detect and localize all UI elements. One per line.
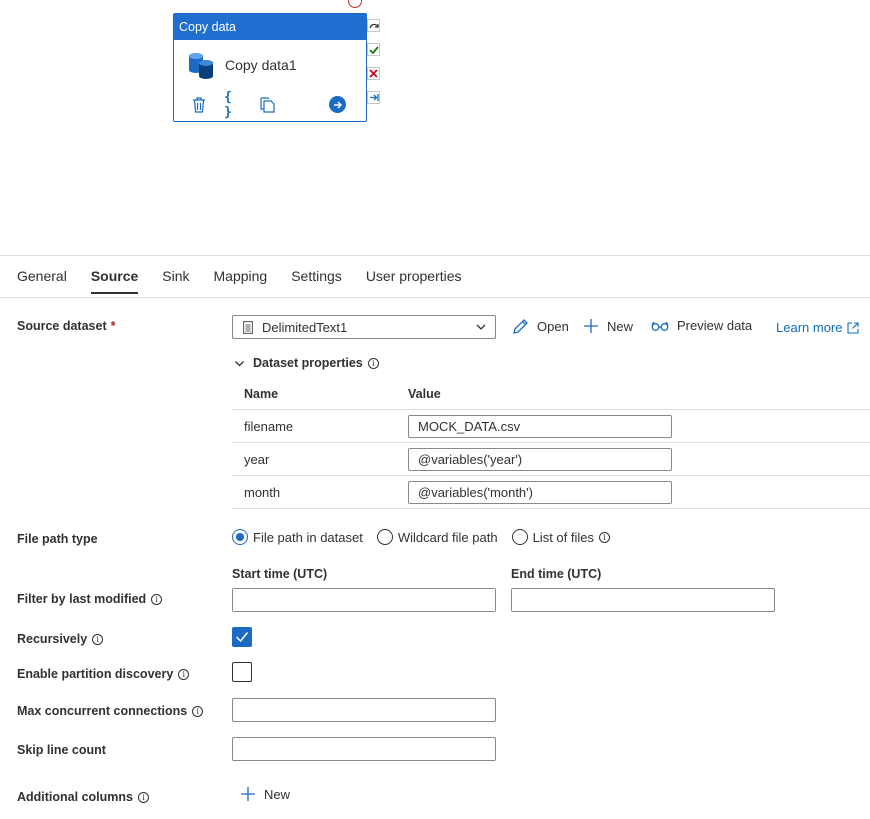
max-connections-label: Max concurrent connections i <box>17 704 204 718</box>
max-conn-text: Max concurrent connections <box>17 704 188 718</box>
info-icon[interactable]: i <box>599 531 610 543</box>
completion-icon[interactable] <box>367 91 380 104</box>
external-link-icon <box>847 321 860 334</box>
end-time-label: End time (UTC) <box>511 567 602 581</box>
radio-list-of-files[interactable]: List of files i <box>511 529 610 545</box>
info-icon[interactable]: i <box>92 633 104 645</box>
start-time-input[interactable] <box>232 588 496 612</box>
radio-file-path-in-dataset[interactable]: File path in dataset <box>232 529 363 545</box>
source-dataset-value: DelimitedText1 <box>262 319 348 335</box>
file-path-type-label: File path type <box>17 532 98 546</box>
partition-text: Enable partition discovery <box>17 667 174 681</box>
recursively-checkbox[interactable] <box>232 627 252 647</box>
open-label: Open <box>537 319 569 334</box>
properties-tabs: General Source Sink Mapping Settings Use… <box>17 268 486 294</box>
add-column-button[interactable]: New <box>240 786 290 802</box>
panel-divider <box>0 255 870 256</box>
source-dataset-select[interactable]: DelimitedText1 <box>232 315 496 339</box>
source-dataset-text: Source dataset <box>17 319 107 333</box>
tab-sink[interactable]: Sink <box>162 268 189 290</box>
pipeline-canvas[interactable]: Copy data Copy data1 { } <box>0 0 870 255</box>
activity-type-header: Copy data <box>174 14 366 40</box>
chevron-down-icon <box>235 360 244 366</box>
tabs-divider <box>0 297 870 298</box>
code-icon[interactable]: { } <box>224 90 242 120</box>
tab-user-properties[interactable]: User properties <box>366 268 462 290</box>
learn-more-link[interactable]: Learn more <box>776 320 860 335</box>
copy-data-activity[interactable]: Copy data Copy data1 { } <box>173 13 367 122</box>
radio-wildcard-file-path[interactable]: Wildcard file path <box>376 529 498 545</box>
delimited-text-icon <box>243 320 253 334</box>
new-label: New <box>607 318 634 334</box>
dataset-properties-toggle[interactable]: Dataset properties i <box>234 356 379 370</box>
required-mark: * <box>110 319 116 333</box>
glasses-icon <box>651 321 669 331</box>
month-value-input[interactable]: @variables('month') <box>408 480 672 504</box>
additional-columns-text: Additional columns <box>17 790 133 804</box>
preview-label: Preview data <box>677 318 753 333</box>
filter-label-text: Filter by last modified <box>17 592 147 606</box>
new-dataset-button[interactable]: New <box>583 318 633 334</box>
activity-name[interactable]: Copy data1 <box>225 57 297 73</box>
copy-data-icon <box>189 53 213 79</box>
end-time-input[interactable] <box>511 588 775 612</box>
tab-general[interactable]: General <box>17 268 67 290</box>
radio-label: File path in dataset <box>253 529 363 545</box>
dataset-properties-label: Dataset properties <box>253 356 363 370</box>
radio-unselected-icon <box>511 529 528 545</box>
learn-more-text: Learn more <box>776 320 843 335</box>
info-icon[interactable]: i <box>137 791 149 803</box>
skip-line-count-input[interactable] <box>232 737 496 761</box>
failure-icon[interactable] <box>367 67 380 80</box>
pencil-icon <box>513 319 528 334</box>
start-time-label: Start time (UTC) <box>232 567 328 581</box>
chevron-down-icon <box>476 324 486 330</box>
filter-last-modified-label: Filter by last modified i <box>17 592 163 606</box>
success-icon[interactable] <box>367 43 380 56</box>
table-row: filename MOCK_DATA.csv <box>232 410 870 443</box>
info-icon[interactable]: i <box>151 593 163 605</box>
property-name: filename <box>244 418 294 434</box>
radio-label: List of files <box>532 529 594 545</box>
dataset-properties-table: Name Value filename MOCK_DATA.csv year @… <box>232 378 870 509</box>
property-name: month <box>244 484 281 500</box>
tab-settings[interactable]: Settings <box>291 268 342 290</box>
delete-icon[interactable] <box>190 96 208 114</box>
additional-columns-label: Additional columns i <box>17 790 149 804</box>
skip-line-count-label: Skip line count <box>17 743 106 757</box>
source-dataset-label: Source dataset * <box>17 319 116 333</box>
partition-discovery-label: Enable partition discovery i <box>17 667 190 681</box>
preview-data-button[interactable]: Preview data <box>651 318 752 333</box>
value-column-header: Value <box>408 386 441 401</box>
copy-icon[interactable] <box>258 96 276 114</box>
plus-icon <box>241 787 255 801</box>
tab-source[interactable]: Source <box>90 268 139 294</box>
radio-unselected-icon <box>376 529 393 545</box>
property-name: year <box>244 451 270 467</box>
input-port-icon[interactable] <box>348 0 362 8</box>
name-column-header: Name <box>244 386 279 401</box>
radio-selected-icon <box>232 529 248 545</box>
partition-discovery-checkbox[interactable] <box>232 662 252 682</box>
add-column-label: New <box>264 786 291 802</box>
recursively-label: Recursively i <box>17 632 104 646</box>
recursively-text: Recursively <box>17 632 88 646</box>
skip-icon[interactable] <box>367 19 380 32</box>
info-icon[interactable]: i <box>192 705 204 717</box>
tab-mapping[interactable]: Mapping <box>214 268 268 290</box>
filename-value-input[interactable]: MOCK_DATA.csv <box>408 414 672 438</box>
checkmark-icon <box>235 632 249 643</box>
max-connections-input[interactable] <box>232 698 496 722</box>
table-row: month @variables('month') <box>232 476 870 509</box>
info-icon[interactable]: i <box>178 668 190 680</box>
plus-icon <box>584 319 598 333</box>
radio-label: Wildcard file path <box>397 529 498 545</box>
file-path-type-radio-group: File path in dataset Wildcard file path … <box>232 529 624 545</box>
table-row: year @variables('year') <box>232 443 870 476</box>
navigate-icon[interactable] <box>329 96 346 113</box>
year-value-input[interactable]: @variables('year') <box>408 447 672 471</box>
table-header: Name Value <box>232 378 870 410</box>
open-dataset-button[interactable]: Open <box>512 318 569 335</box>
info-icon[interactable]: i <box>367 357 379 369</box>
